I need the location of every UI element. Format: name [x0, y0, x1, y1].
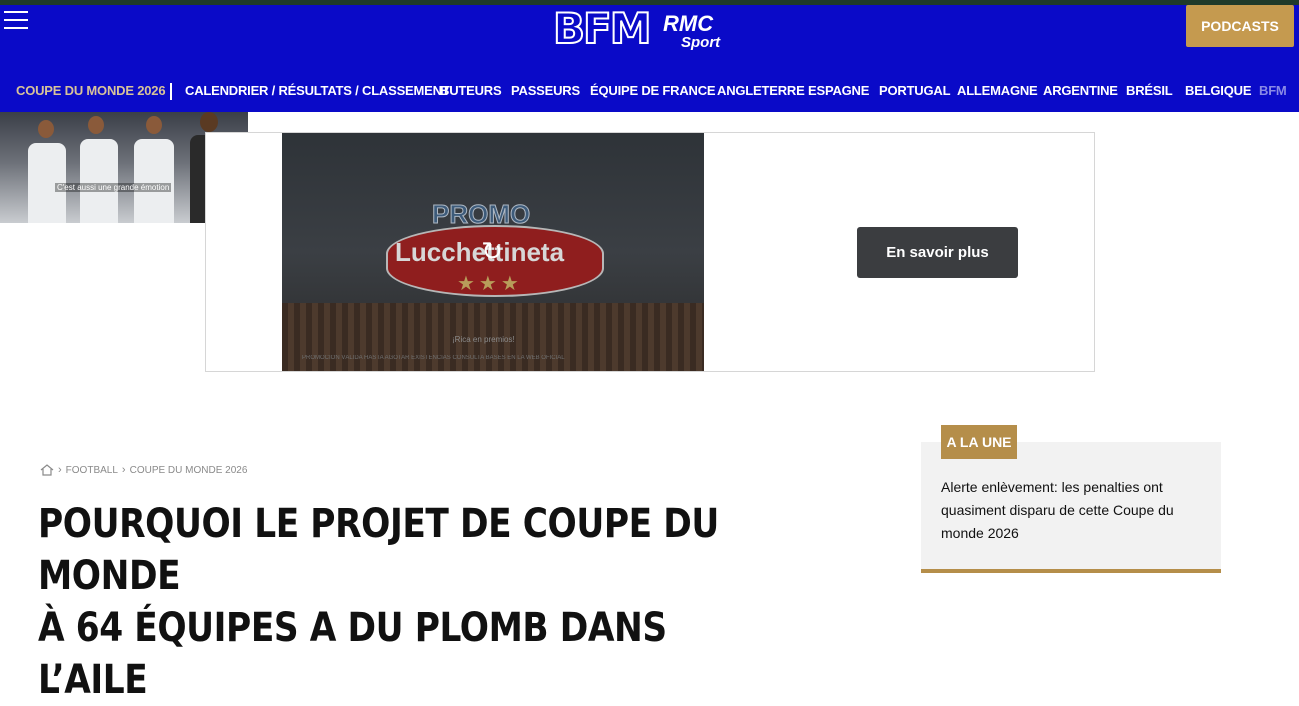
logo-rmc: RMC [663, 11, 714, 36]
breadcrumb-coupe-du-monde[interactable]: COUPE DU MONDE 2026 [130, 465, 248, 476]
video-caption: C'est aussi une grande émotion [55, 183, 172, 192]
logo-bfm: BFM [552, 4, 652, 53]
ad-disclaimer: PROMOCIÓN VÁLIDA HASTA AGOTAR EXISTENCIA… [302, 355, 565, 361]
article-title-line1: POURQUOI LE PROJET DE COUPE DU MONDE [38, 501, 719, 599]
player-head [146, 116, 162, 134]
breadcrumb-football[interactable]: FOOTBALL [66, 465, 118, 476]
site-header: BFM RMC Sport PODCASTS COUPE DU MONDE 20… [0, 5, 1299, 112]
nav-item-coupe-du-monde[interactable]: COUPE DU MONDE 2026 [16, 81, 166, 101]
a-la-une-badge: A LA UNE [941, 425, 1017, 459]
player-head [200, 112, 218, 132]
ad-stars-icon: ★★★ [457, 273, 523, 295]
chevron-right-icon: › [121, 464, 126, 476]
ad-tagline: ¡Rica en premios! [452, 335, 515, 344]
logo-sport: Sport [681, 34, 721, 51]
nav-item-calendrier[interactable]: CALENDRIER / RÉSULTATS / CLASSEMENT [185, 81, 450, 101]
nav-separator [170, 83, 172, 100]
player-head [38, 120, 54, 138]
nav-item-equipe-de-france[interactable]: ÉQUIPE DE FRANCE [590, 81, 716, 101]
player-figure [80, 139, 118, 223]
home-icon[interactable] [40, 464, 54, 476]
nav-item-belgique[interactable]: BELGIQUE [1185, 81, 1251, 101]
replay-icon[interactable]: ↻ [478, 237, 506, 265]
nav-item-bresil[interactable]: BRÉSIL [1126, 81, 1173, 101]
ad-promo-text: PROMO [431, 199, 531, 230]
article-title-line2: À 64 ÉQUIPES A DU PLOMB DANS L’AILE [38, 605, 667, 703]
player-head [88, 116, 104, 134]
podcasts-button[interactable]: PODCASTS [1186, 5, 1294, 47]
nav-item-argentine[interactable]: ARGENTINE [1043, 81, 1118, 101]
nav-item-angleterre[interactable]: ANGLETERRE [717, 81, 805, 101]
player-figure [134, 139, 174, 223]
menu-icon[interactable] [4, 11, 28, 31]
a-la-une-headline[interactable]: Alerte enlèvement: les penalties ont qua… [941, 476, 1201, 545]
nav-item-espagne[interactable]: ESPAGNE [808, 81, 869, 101]
nav-item-bfm[interactable]: BFM [1259, 81, 1287, 101]
nav-item-passeurs[interactable]: PASSEURS [511, 81, 580, 101]
nav-item-portugal[interactable]: PORTUGAL [879, 81, 951, 101]
breadcrumb: › FOOTBALL › COUPE DU MONDE 2026 [40, 462, 247, 478]
ad-video[interactable]: PROMO Lucchettineta ★★★ ↻ ¡Rica en premi… [282, 133, 704, 371]
article-title: POURQUOI LE PROJET DE COUPE DU MONDE À 6… [38, 498, 743, 706]
chevron-right-icon: › [58, 464, 62, 476]
nav-item-buteurs[interactable]: BUTEURS [440, 81, 502, 101]
nav-item-allemagne[interactable]: ALLEMAGNE [957, 81, 1038, 101]
main-nav: COUPE DU MONDE 2026 CALENDRIER / RÉSULTA… [0, 81, 1299, 103]
learn-more-button[interactable]: En savoir plus [857, 227, 1018, 278]
site-logo[interactable]: BFM RMC Sport [552, 4, 753, 59]
